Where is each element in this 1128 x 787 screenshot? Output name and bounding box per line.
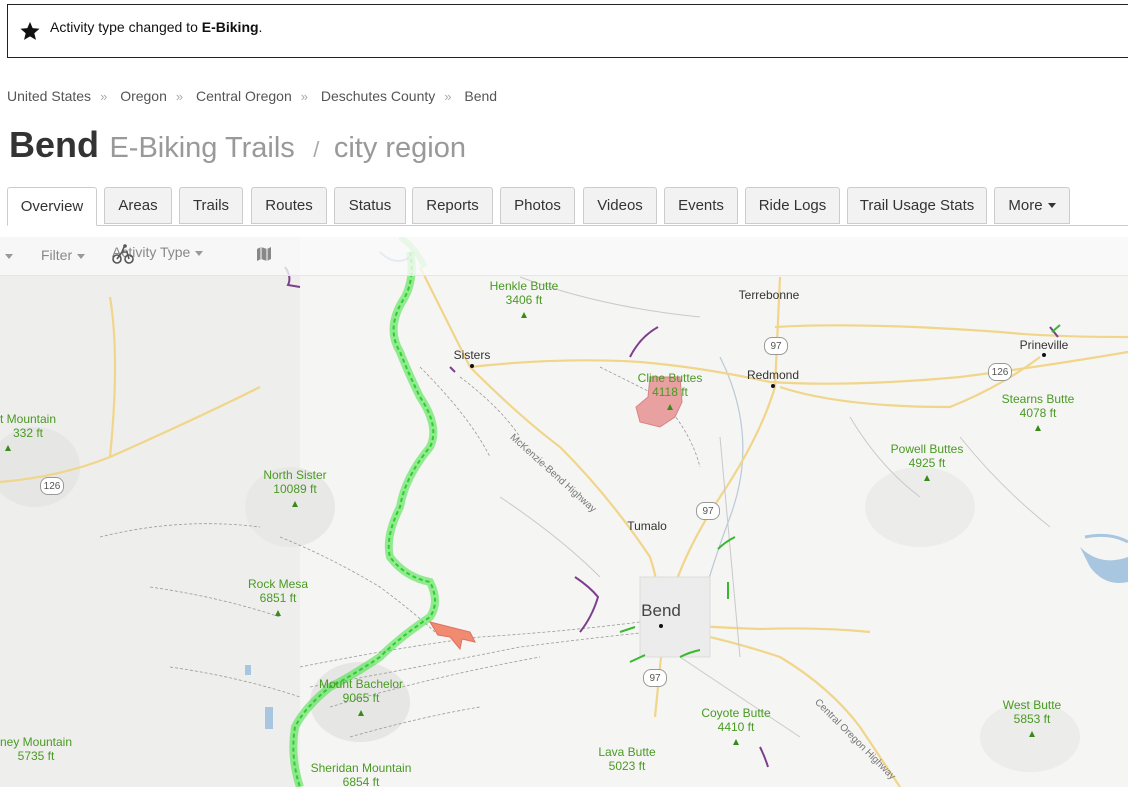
tab-trails[interactable]: Trails [179, 187, 243, 224]
title-slash: / [313, 137, 320, 162]
tab-bar: Overview Areas Trails Routes Status Repo… [7, 187, 1128, 226]
city-label-sisters: Sisters [453, 348, 491, 362]
chevron-down-icon [5, 253, 13, 259]
peak-marker-icon [521, 312, 527, 318]
peak-marker-icon [1029, 731, 1035, 737]
tab-areas[interactable]: Areas [104, 187, 172, 224]
peak-marker-icon [667, 404, 673, 410]
peak-marker-icon [292, 501, 298, 507]
peak-marker-icon [1035, 425, 1041, 431]
city-dot-icon [659, 624, 663, 628]
city-label-redmond: Redmond [746, 368, 800, 382]
map-layer-dropdown[interactable] [256, 247, 271, 263]
notice-message: Activity type changed to E-Biking. [50, 19, 263, 35]
breadcrumb-bend[interactable]: Bend [464, 88, 497, 104]
peak-label-rock-mesa: Rock Mesa 6851 ft [247, 577, 309, 605]
peak-label-west-butte: West Butte 5853 ft [1002, 698, 1062, 726]
breadcrumb: United States » Oregon » Central Oregon » D… [7, 88, 497, 104]
tab-events[interactable]: Events [664, 187, 738, 224]
city-dot-icon [470, 364, 474, 368]
peak-marker-icon [733, 739, 739, 745]
breadcrumb-deschutes-county[interactable]: Deschutes County [321, 88, 435, 104]
tab-videos[interactable]: Videos [583, 187, 657, 224]
peak-marker-icon [5, 445, 11, 451]
peak-marker-icon [924, 475, 930, 481]
city-label-tumalo: Tumalo [627, 519, 667, 533]
tab-photos[interactable]: Photos [500, 187, 575, 224]
peak-label-coyote-butte: Coyote Butte 4410 ft [701, 706, 771, 734]
peak-label-cline-buttes: Cline Buttes 4118 ft [637, 371, 703, 399]
tab-status[interactable]: Status [334, 187, 406, 224]
title-place: Bend [9, 124, 99, 165]
highway-shield-97: 97 [764, 337, 788, 355]
map-toolbar: Filter Activity Type [0, 237, 1128, 276]
city-label-terrebonne: Terrebonne [738, 288, 800, 302]
breadcrumb-oregon[interactable]: Oregon [120, 88, 167, 104]
chevron-down-icon [77, 253, 86, 259]
activity-type-dropdown[interactable]: Activity Type [112, 244, 204, 264]
map-canvas[interactable] [0, 237, 1128, 787]
highway-shield-97: 97 [643, 669, 667, 687]
tab-trail-usage-stats[interactable]: Trail Usage Stats [847, 187, 987, 224]
tab-reports[interactable]: Reports [412, 187, 493, 224]
map-icon [257, 247, 271, 261]
chevron-down-icon [1047, 203, 1056, 208]
peak-label-mount-bachelor: Mount Bachelor 9065 ft [318, 677, 404, 705]
filter-dropdown[interactable]: Filter [41, 247, 86, 263]
tab-more-label: More [1008, 197, 1043, 214]
peak-label-sheridan-mountain: Sheridan Mountain 6854 ft [310, 761, 412, 787]
tab-more[interactable]: More [994, 187, 1070, 224]
trail-map[interactable]: Filter Activity Type Henkle Butte 3406 ft… [0, 237, 1128, 787]
breadcrumb-united-states[interactable]: United States [7, 88, 91, 104]
highway-shield-97: 97 [696, 502, 720, 520]
breadcrumb-central-oregon[interactable]: Central Oregon [196, 88, 292, 104]
page-title: Bend E-Biking Trails / city region [9, 124, 466, 166]
peak-label-edge-mountain: t Mountain 332 ft [0, 412, 57, 440]
peak-label-stearns-butte: Stearns Butte 4078 ft [1001, 392, 1075, 420]
city-dot-icon [1042, 353, 1046, 357]
tab-overview[interactable]: Overview [7, 187, 97, 226]
filter-label: Filter [41, 247, 73, 263]
city-label-prineville: Prineville [1019, 338, 1069, 352]
highway-shield-126: 126 [40, 477, 64, 495]
ebike-icon [112, 244, 134, 264]
tab-ride-logs[interactable]: Ride Logs [745, 187, 840, 224]
breadcrumb-separator: » [444, 89, 452, 104]
title-scope: city region [333, 132, 466, 164]
star-icon [20, 21, 40, 40]
city-label-bend: Bend [641, 601, 681, 620]
toolbar-left-caret[interactable] [0, 247, 13, 263]
breadcrumb-separator: » [300, 89, 308, 104]
activity-notice: Activity type changed to E-Biking. [7, 4, 1128, 58]
highway-shield-126: 126 [988, 363, 1012, 381]
peak-marker-icon [358, 710, 364, 716]
peak-label-lava-butte: Lava Butte 5023 ft [598, 745, 656, 773]
breadcrumb-separator: » [175, 89, 184, 104]
peak-label-north-sister: North Sister 10089 ft [263, 468, 327, 496]
peak-label-edge-mountain-2: ney Mountain 5735 ft [0, 735, 73, 763]
city-dot-icon [771, 384, 775, 388]
peak-label-henkle-butte: Henkle Butte 3406 ft [489, 279, 559, 307]
tab-routes[interactable]: Routes [251, 187, 327, 224]
breadcrumb-separator: » [100, 89, 108, 104]
peak-label-powell-buttes: Powell Buttes 4925 ft [890, 442, 964, 470]
chevron-down-icon [195, 250, 204, 256]
peak-marker-icon [275, 610, 281, 616]
notice-activity: E-Biking [201, 19, 259, 35]
title-subtitle: E-Biking Trails [109, 132, 295, 164]
